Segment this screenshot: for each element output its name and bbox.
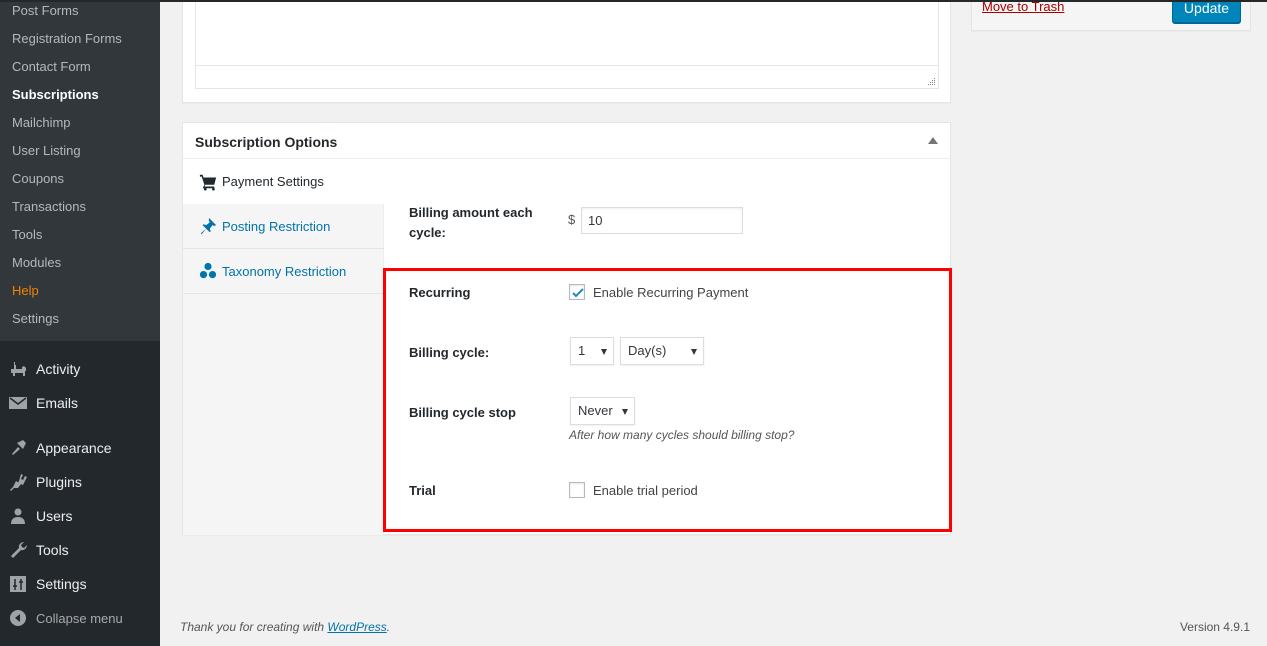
update-button[interactable]: Update	[1172, 0, 1241, 23]
tab-payment-settings[interactable]: Payment Settings	[183, 159, 385, 204]
groups-icon	[199, 262, 217, 280]
currency-symbol: $	[568, 212, 576, 227]
billing-cycle-unit-select[interactable]: Day(s)	[620, 337, 704, 365]
billing-cycle-label: Billing cycle:	[409, 345, 490, 360]
submenu-item-transactions[interactable]: Transactions	[12, 198, 86, 216]
billing-amount-input[interactable]: 10	[581, 207, 743, 234]
trial-checkbox-label[interactable]: Enable trial period	[593, 483, 698, 498]
admin-sidebar: Post Forms Registration Forms Contact Fo…	[0, 0, 160, 646]
tab-taxonomy-restriction[interactable]: Taxonomy Restriction	[183, 249, 384, 294]
menu-item-users[interactable]: Users	[0, 499, 160, 533]
editor-box	[182, 0, 951, 103]
dropdown-caret-icon	[691, 349, 697, 355]
menu-item-tools[interactable]: Tools	[0, 533, 160, 567]
trial-checkbox[interactable]	[569, 482, 585, 498]
tab-label: Taxonomy Restriction	[222, 263, 347, 279]
billing-cycle-number-select[interactable]: 1	[570, 337, 614, 365]
dropdown-caret-icon	[601, 349, 607, 355]
collapse-arrow-icon	[0, 608, 36, 628]
activity-icon	[0, 359, 36, 379]
footer-thanks-suffix: .	[386, 620, 391, 634]
collapse-toggle-icon[interactable]	[928, 137, 938, 144]
version-text: Version 4.9.1	[1179, 620, 1250, 634]
billing-cycle-stop-label: Billing cycle stop	[409, 405, 516, 420]
settings-sliders-icon	[0, 574, 36, 594]
move-to-trash-link[interactable]: Move to Trash	[982, 0, 1064, 14]
submenu-item-subscriptions[interactable]: Subscriptions	[12, 86, 99, 104]
menu-label: Appearance	[36, 440, 112, 456]
menu-label: Emails	[36, 395, 79, 411]
billing-cycle-stop-select[interactable]: Never	[570, 397, 635, 425]
publish-box: Move to Trash Update	[971, 0, 1251, 31]
cart-icon	[199, 173, 217, 191]
menu-label: Activity	[36, 361, 81, 377]
recurring-checkbox[interactable]	[569, 284, 585, 300]
plugin-icon	[0, 472, 36, 492]
recurring-checkbox-label[interactable]: Enable Recurring Payment	[593, 285, 748, 300]
footer-thanks: Thank you for creating with WordPress.	[180, 620, 390, 634]
menu-item-plugins[interactable]: Plugins	[0, 465, 160, 499]
submenu-item-help[interactable]: Help	[12, 282, 39, 300]
trial-label: Trial	[409, 483, 436, 498]
menu-label: Users	[36, 508, 73, 524]
submenu: Post Forms Registration Forms Contact Fo…	[0, 0, 160, 341]
checkmark-icon	[572, 288, 584, 298]
collapse-menu-label: Collapse menu	[36, 610, 123, 626]
editor-container	[195, 0, 939, 89]
submenu-item-mailchimp[interactable]: Mailchimp	[12, 114, 71, 132]
subscription-options-header[interactable]: Subscription Options	[183, 123, 950, 159]
editor-textarea[interactable]	[196, 0, 938, 66]
submenu-item-post-forms[interactable]: Post Forms	[12, 2, 78, 20]
tab-label: Payment Settings	[222, 174, 324, 189]
subscription-options-title: Subscription Options	[195, 134, 338, 150]
menu-item-activity[interactable]: Activity	[0, 352, 160, 386]
footer-thanks-prefix: Thank you for creating with	[180, 620, 328, 634]
menu-label: Settings	[36, 576, 87, 592]
submenu-item-contact-form[interactable]: Contact Form	[12, 58, 91, 76]
submenu-item-registration-forms[interactable]: Registration Forms	[12, 30, 122, 48]
pin-icon	[199, 217, 217, 235]
submenu-item-settings[interactable]: Settings	[12, 310, 59, 328]
select-value: Day(s)	[628, 343, 667, 358]
dropdown-caret-icon	[622, 409, 628, 415]
subscription-tabs: Payment Settings Posting Restriction Tax…	[183, 159, 385, 535]
paintbrush-icon	[0, 438, 36, 458]
submenu-item-coupons[interactable]: Coupons	[12, 170, 64, 188]
menu-label: Plugins	[36, 474, 82, 490]
billing-amount-label: Billing amount each cycle:	[409, 205, 533, 240]
billing-cycle-stop-help: After how many cycles should billing sto…	[569, 428, 795, 442]
user-icon	[0, 506, 36, 526]
submenu-item-user-listing[interactable]: User Listing	[12, 142, 81, 160]
menu-item-settings[interactable]: Settings	[0, 567, 160, 601]
envelope-icon	[0, 393, 36, 413]
menu-label: Tools	[36, 542, 69, 558]
resize-handle-icon[interactable]	[927, 77, 936, 86]
submenu-item-tools[interactable]: Tools	[12, 226, 42, 244]
collapse-menu-button[interactable]: Collapse menu	[0, 601, 160, 635]
recurring-label: Recurring	[409, 285, 471, 300]
submenu-item-modules[interactable]: Modules	[12, 254, 61, 272]
admin-top-bar	[0, 0, 1267, 2]
wrench-icon	[0, 540, 36, 560]
select-value: 1	[578, 343, 586, 358]
tab-posting-restriction[interactable]: Posting Restriction	[183, 204, 384, 249]
menu-item-appearance[interactable]: Appearance	[0, 431, 160, 465]
select-value: Never	[578, 403, 613, 418]
tab-label: Posting Restriction	[222, 218, 331, 234]
wordpress-link[interactable]: WordPress	[327, 620, 386, 634]
menu-item-emails[interactable]: Emails	[0, 386, 160, 420]
